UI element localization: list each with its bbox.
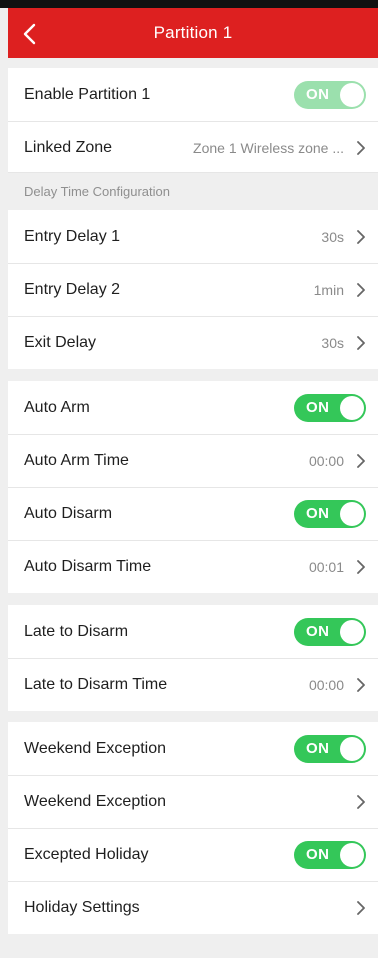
auto-disarm-time-value: 00:01 xyxy=(308,559,344,575)
chevron-right-icon xyxy=(357,336,365,350)
row-excepted-holiday: Excepted Holiday ON xyxy=(8,828,378,881)
app-screen: Partition 1 Enable Partition 1 ON Linked… xyxy=(0,0,378,958)
late-disarm-group: Late to Disarm ON Late to Disarm Time 00… xyxy=(8,605,378,711)
toggle-knob xyxy=(340,395,364,420)
chevron-right-icon xyxy=(357,795,365,809)
row-label: Weekend Exception xyxy=(24,793,167,810)
chevron-right-icon xyxy=(357,283,365,297)
toggle-knob xyxy=(340,502,364,526)
exception-group: Weekend Exception ON Weekend Exception E… xyxy=(8,722,378,934)
exit-delay-value: 30s xyxy=(321,335,344,351)
row-auto-disarm-time[interactable]: Auto Disarm Time 00:01 xyxy=(8,540,378,593)
row-label: Exit Delay xyxy=(24,334,97,351)
chevron-right-icon xyxy=(357,678,365,692)
auto-arm-toggle[interactable]: ON xyxy=(294,393,366,422)
chevron-right-icon xyxy=(357,229,365,244)
row-late-to-disarm: Late to Disarm ON xyxy=(8,605,378,658)
toggle-state-label: ON xyxy=(306,85,330,103)
chevron-right-icon xyxy=(357,454,365,468)
toggle-state-label: ON xyxy=(306,739,330,757)
toggle-knob xyxy=(340,82,364,107)
row-label: Late to Disarm xyxy=(24,622,129,640)
linked-zone-value: Zone 1 Wireless zone ... xyxy=(193,140,344,156)
row-label: Late to Disarm Time xyxy=(24,676,168,693)
auto-arm-time-value: 00:00 xyxy=(308,453,344,469)
excepted-holiday-toggle[interactable]: ON xyxy=(294,841,366,869)
row-label: Excepted Holiday xyxy=(24,846,149,863)
row-label: Auto Disarm xyxy=(24,505,113,522)
toggle-state-label: ON xyxy=(306,505,330,522)
toggle-state-label: ON xyxy=(306,398,330,416)
delay-group: Entry Delay 1 30s Entry Delay 2 1min Exi… xyxy=(8,210,378,369)
toggle-state-label: ON xyxy=(306,846,330,863)
row-label: Holiday Settings xyxy=(24,899,140,916)
row-late-to-disarm-time[interactable]: Late to Disarm Time 00:00 xyxy=(8,658,378,711)
toggle-knob xyxy=(340,736,364,761)
row-holiday-settings[interactable]: Holiday Settings xyxy=(8,881,378,934)
entry-delay-2-value: 1min xyxy=(313,282,344,298)
entry-delay-1-value: 30s xyxy=(321,228,344,245)
toggle-knob xyxy=(340,619,364,644)
row-linked-zone[interactable]: Linked Zone Zone 1 Wireless zone ... xyxy=(8,121,378,174)
toggle-state-label: ON xyxy=(306,622,330,640)
late-to-disarm-toggle[interactable]: ON xyxy=(294,617,366,646)
auto-arm-group: Auto Arm ON Auto Arm Time 00:00 Auto Dis… xyxy=(8,381,378,593)
row-auto-arm-time[interactable]: Auto Arm Time 00:00 xyxy=(8,434,378,487)
row-label: Auto Arm xyxy=(24,398,90,416)
enable-partition-toggle[interactable]: ON xyxy=(294,80,366,109)
row-label: Entry Delay 2 xyxy=(24,281,121,298)
late-to-disarm-time-value: 00:00 xyxy=(308,677,344,693)
row-exit-delay[interactable]: Exit Delay 30s xyxy=(8,316,378,369)
row-label: Auto Disarm Time xyxy=(24,558,152,575)
page-title: Partition 1 xyxy=(153,23,233,42)
row-auto-disarm: Auto Disarm ON xyxy=(8,487,378,540)
back-chevron-icon[interactable] xyxy=(22,23,36,45)
chevron-right-icon xyxy=(357,141,365,155)
auto-disarm-toggle[interactable]: ON xyxy=(294,500,366,528)
section-header-delay: Delay Time Configuration xyxy=(8,172,378,210)
row-entry-delay-1[interactable]: Entry Delay 1 30s xyxy=(8,210,378,263)
row-weekend-exception-toggle: Weekend Exception ON xyxy=(8,722,378,775)
row-label: Enable Partition 1 xyxy=(24,85,151,103)
row-label: Entry Delay 1 xyxy=(24,227,121,245)
row-weekend-exception-link[interactable]: Weekend Exception xyxy=(8,775,378,828)
row-entry-delay-2[interactable]: Entry Delay 2 1min xyxy=(8,263,378,316)
nav-bar: Partition 1 xyxy=(8,8,378,58)
row-label: Weekend Exception xyxy=(24,739,167,757)
row-label: Auto Arm Time xyxy=(24,452,129,469)
chevron-right-icon xyxy=(357,560,365,574)
row-label: Linked Zone xyxy=(24,139,113,156)
status-bar-strip xyxy=(0,0,378,8)
row-auto-arm: Auto Arm ON xyxy=(8,381,378,434)
chevron-right-icon xyxy=(357,901,365,915)
partition-general-group: Enable Partition 1 ON Linked Zone Zone 1… xyxy=(8,68,378,174)
weekend-exception-toggle[interactable]: ON xyxy=(294,734,366,763)
row-enable-partition: Enable Partition 1 ON xyxy=(8,68,378,121)
toggle-knob xyxy=(340,843,364,867)
